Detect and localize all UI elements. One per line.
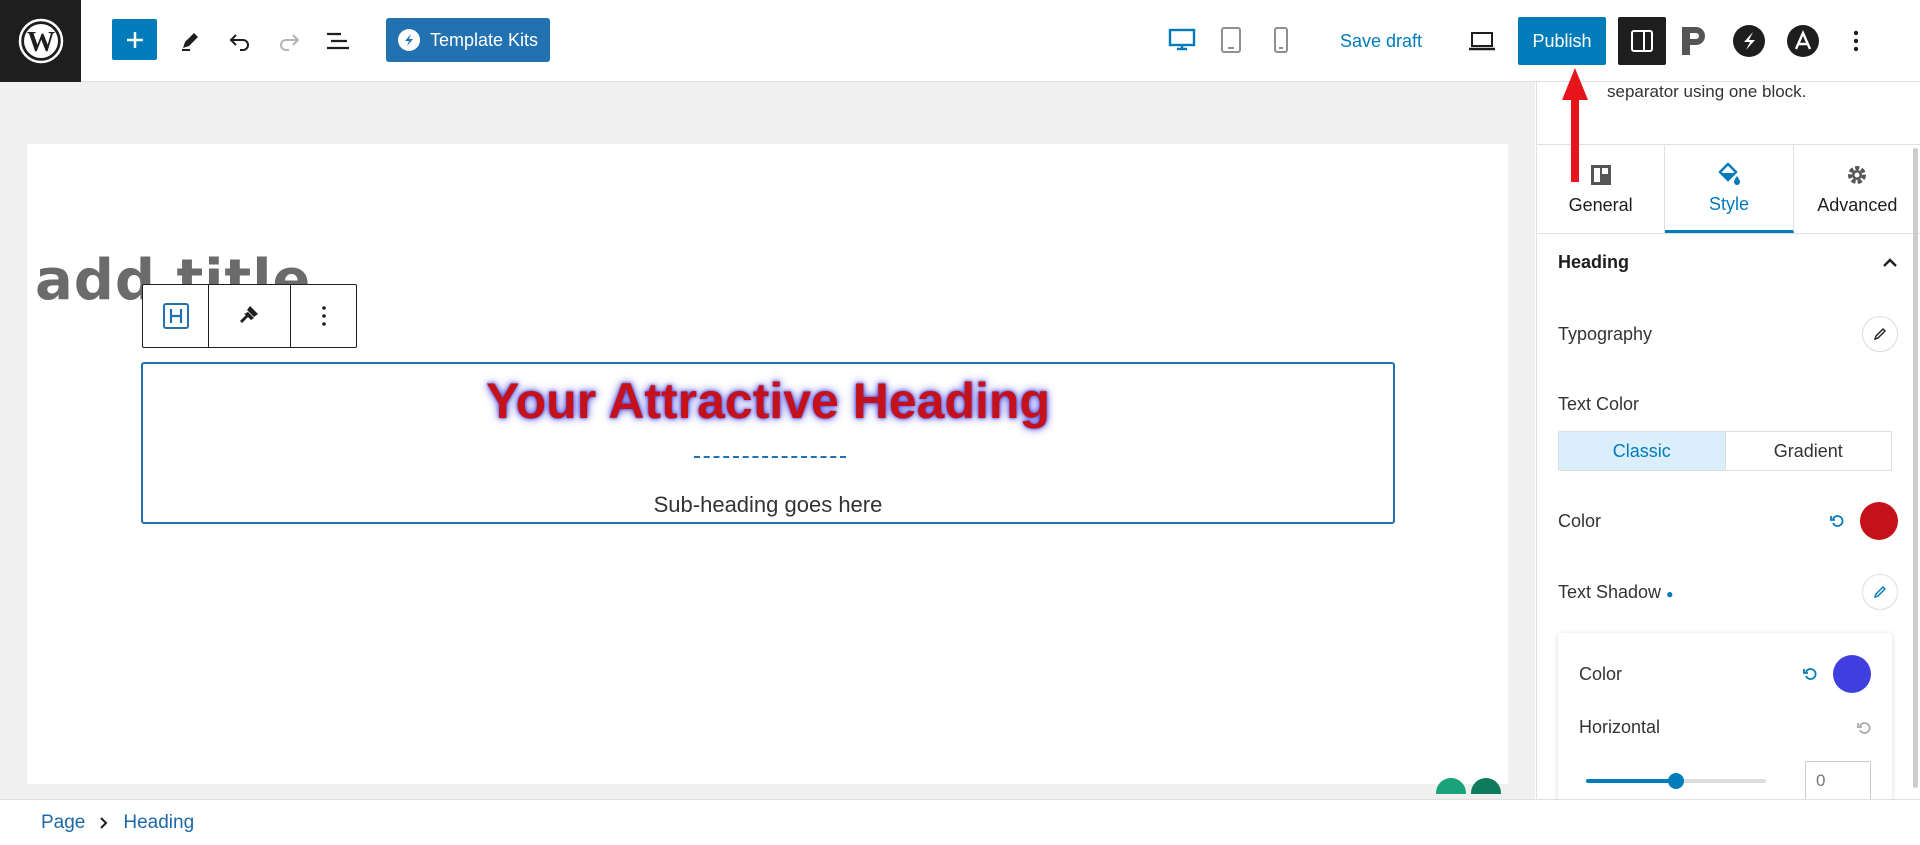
reset-icon[interactable] <box>1803 667 1817 681</box>
tools-button[interactable] <box>168 19 212 63</box>
plugin-p-button[interactable] <box>1672 19 1716 63</box>
document-overview-button[interactable] <box>316 19 360 63</box>
more-vertical-icon <box>321 306 326 326</box>
block-type-button[interactable] <box>143 285 209 347</box>
gear-icon <box>1848 165 1867 184</box>
horizontal-row: Horizontal <box>1579 717 1871 738</box>
reset-icon[interactable] <box>1830 514 1844 528</box>
heading-separator <box>694 456 846 458</box>
pencil-icon <box>182 33 198 51</box>
horizontal-slider-thumb[interactable] <box>1668 773 1684 789</box>
color-mode-toggle: Classic Gradient <box>1558 431 1892 471</box>
color-swatch[interactable] <box>1860 502 1898 540</box>
mobile-icon <box>1274 27 1288 53</box>
tab-style[interactable]: Style <box>1665 145 1794 233</box>
settings-sidebar-toggle[interactable] <box>1618 17 1666 65</box>
template-kits-label: Template Kits <box>429 29 539 50</box>
text-shadow-popover: Color Horizontal 0 <box>1558 633 1892 799</box>
editor-top-toolbar: W Template Kits Save draft Publish <box>0 0 1920 82</box>
breadcrumb: Page Heading <box>0 799 1920 845</box>
shadow-color-row: Color <box>1579 655 1871 693</box>
subheading-text[interactable]: Sub-heading goes here <box>143 492 1393 518</box>
tab-general-label: General <box>1568 194 1633 215</box>
typography-edit-button[interactable] <box>1862 316 1898 352</box>
mobile-preview-button[interactable] <box>1259 18 1303 62</box>
sidebar-scrollbar[interactable] <box>1913 148 1918 788</box>
svg-text:W: W <box>27 27 55 58</box>
block-toolbar <box>142 284 357 348</box>
section-title: Heading <box>1558 252 1630 272</box>
tablet-preview-button[interactable] <box>1209 18 1253 62</box>
plus-icon <box>126 31 143 48</box>
tab-general[interactable]: General <box>1537 145 1666 233</box>
brush-icon <box>239 306 258 323</box>
pencil-icon <box>1873 586 1886 599</box>
shadow-color-label: Color <box>1579 663 1623 684</box>
horizontal-slider-track[interactable] <box>1586 773 1766 789</box>
astra-icon <box>1787 25 1819 57</box>
horizontal-input[interactable]: 0 <box>1805 761 1871 799</box>
heading-section-toggle[interactable]: Heading <box>1558 252 1898 273</box>
settings-sidebar: separator using one block. General Style… <box>1536 82 1920 799</box>
sidebar-icon <box>1631 30 1653 52</box>
redo-icon <box>280 34 300 51</box>
block-options-button[interactable] <box>291 285 356 347</box>
horizontal-label: Horizontal <box>1579 717 1661 737</box>
desktop-preview-button[interactable] <box>1160 18 1204 62</box>
heading-text[interactable]: Your Attractive Heading <box>143 372 1393 430</box>
chevron-up-icon <box>1883 257 1897 267</box>
floating-action-icons[interactable] <box>1434 774 1506 794</box>
typography-label: Typography <box>1558 323 1653 344</box>
breadcrumb-page[interactable]: Page <box>41 812 85 834</box>
save-draft-button[interactable]: Save draft <box>1340 19 1422 63</box>
options-menu-button[interactable] <box>1834 19 1878 63</box>
template-kits-icon <box>397 29 420 51</box>
wordpress-icon: W <box>18 18 63 64</box>
list-view-icon <box>327 32 349 50</box>
annotation-arrow <box>1562 68 1588 182</box>
layout-icon <box>1590 164 1611 185</box>
undo-icon <box>229 34 249 51</box>
redo-button[interactable] <box>267 19 311 63</box>
breadcrumb-heading[interactable]: Heading <box>123 812 194 834</box>
plugin-spectra-button[interactable] <box>1727 19 1771 63</box>
reset-icon[interactable] <box>1857 721 1871 735</box>
publish-button[interactable]: Publish <box>1518 17 1606 65</box>
color-label: Color <box>1558 510 1602 531</box>
typography-row: Typography <box>1558 316 1898 352</box>
spectra-icon <box>1733 25 1765 57</box>
more-vertical-icon <box>1853 30 1859 52</box>
text-shadow-label: Text Shadow ● <box>1558 581 1674 602</box>
text-color-row: Text Color <box>1558 394 1898 415</box>
plugin-astra-button[interactable] <box>1781 19 1825 63</box>
pencil-icon <box>1873 328 1886 341</box>
desktop-icon <box>1168 28 1196 51</box>
text-shadow-row: Text Shadow ● <box>1558 574 1898 610</box>
shadow-color-swatch[interactable] <box>1833 655 1871 693</box>
tab-style-label: Style <box>1708 194 1749 214</box>
undo-button[interactable] <box>218 19 262 63</box>
chevron-right-icon <box>100 816 108 829</box>
plugin-p-icon <box>1682 27 1705 55</box>
heading-block-icon <box>162 303 189 329</box>
tab-advanced[interactable]: Advanced <box>1794 145 1920 233</box>
add-block-button[interactable] <box>112 19 157 60</box>
laptop-icon <box>1469 32 1495 51</box>
template-kits-button[interactable]: Template Kits <box>386 18 550 62</box>
preview-button[interactable] <box>1460 19 1504 63</box>
paint-bucket-icon <box>1718 162 1740 185</box>
wordpress-logo-button[interactable]: W <box>0 0 81 82</box>
text-color-label: Text Color <box>1558 394 1640 414</box>
color-mode-gradient[interactable]: Gradient <box>1724 432 1892 470</box>
heading-block[interactable]: Your Attractive Heading Sub-heading goes… <box>141 362 1395 524</box>
tab-advanced-label: Advanced <box>1817 194 1898 215</box>
color-row: Color <box>1558 502 1898 540</box>
block-style-button[interactable] <box>209 285 291 347</box>
text-shadow-edit-button[interactable] <box>1862 574 1898 610</box>
block-description: separator using one block. <box>1607 82 1807 101</box>
tablet-icon <box>1221 27 1241 53</box>
inspector-tabs: General Style Advanced <box>1537 144 1920 234</box>
color-mode-classic[interactable]: Classic <box>1559 432 1725 470</box>
